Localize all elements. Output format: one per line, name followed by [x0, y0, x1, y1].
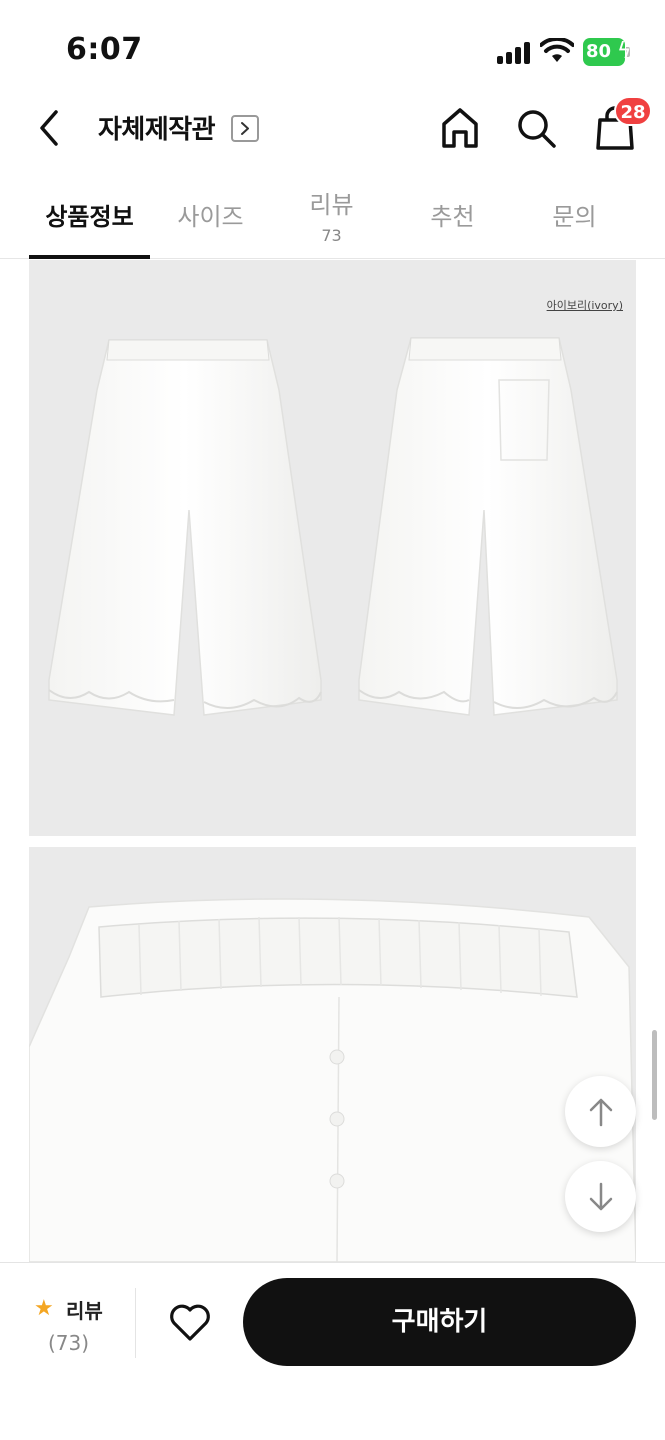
divider: [135, 1288, 136, 1358]
heart-icon[interactable]: [168, 1301, 212, 1343]
wifi-icon: [540, 38, 574, 62]
tab-product-info[interactable]: 상품정보: [29, 175, 150, 259]
star-icon: ★: [34, 1296, 54, 1321]
scroll-bottom-button[interactable]: [565, 1161, 636, 1232]
charging-bolt-icon: ϟ: [617, 39, 632, 64]
cart-count-badge: 28: [614, 96, 652, 126]
search-icon[interactable]: [514, 105, 558, 151]
tab-inquiry[interactable]: 문의: [514, 175, 635, 259]
status-time: 6:07: [66, 32, 143, 67]
tab-label: 상품정보: [45, 203, 134, 231]
battery-icon: 80 ϟ: [583, 38, 632, 66]
scroll-top-button[interactable]: [565, 1076, 636, 1147]
tab-recommend[interactable]: 추천: [392, 175, 513, 259]
shop-title[interactable]: 자체제작관: [98, 109, 216, 146]
tab-label: 문의: [552, 203, 597, 231]
arrow-up-icon: [589, 1098, 612, 1126]
product-image-front-back: 아이보리(ivory): [29, 260, 636, 836]
tab-label: 리뷰: [309, 191, 354, 219]
review-summary[interactable]: ★ 리뷰 (73): [34, 1293, 134, 1363]
arrow-down-icon: [589, 1182, 612, 1210]
tab-label: 추천: [430, 203, 475, 231]
back-arrow-icon[interactable]: [32, 106, 72, 150]
product-image-detail: [29, 847, 636, 1262]
waistband-detail-illustration: [29, 898, 636, 1262]
pants-illustration: [48, 337, 618, 716]
signal-icon: [497, 42, 531, 64]
tab-review[interactable]: 리뷰 73: [271, 175, 392, 259]
status-bar: 6:07 80 ϟ: [0, 0, 665, 100]
bottom-action-bar: ★ 리뷰 (73) 구매하기: [0, 1262, 665, 1440]
tab-size[interactable]: 사이즈: [150, 175, 271, 259]
scrollbar[interactable]: [652, 1030, 657, 1120]
review-label: 리뷰: [66, 1299, 103, 1323]
tab-label: 사이즈: [177, 203, 244, 231]
tab-review-count: 73: [321, 226, 342, 245]
home-icon[interactable]: [438, 104, 482, 152]
review-count: (73): [48, 1331, 90, 1355]
buy-button[interactable]: 구매하기: [243, 1278, 636, 1366]
active-tab-indicator: [29, 255, 150, 259]
top-header: 자체제작관: [0, 100, 665, 156]
product-tabs: 상품정보 사이즈 리뷰 73 추천 문의: [0, 175, 665, 259]
chevron-right-icon[interactable]: [231, 115, 259, 142]
